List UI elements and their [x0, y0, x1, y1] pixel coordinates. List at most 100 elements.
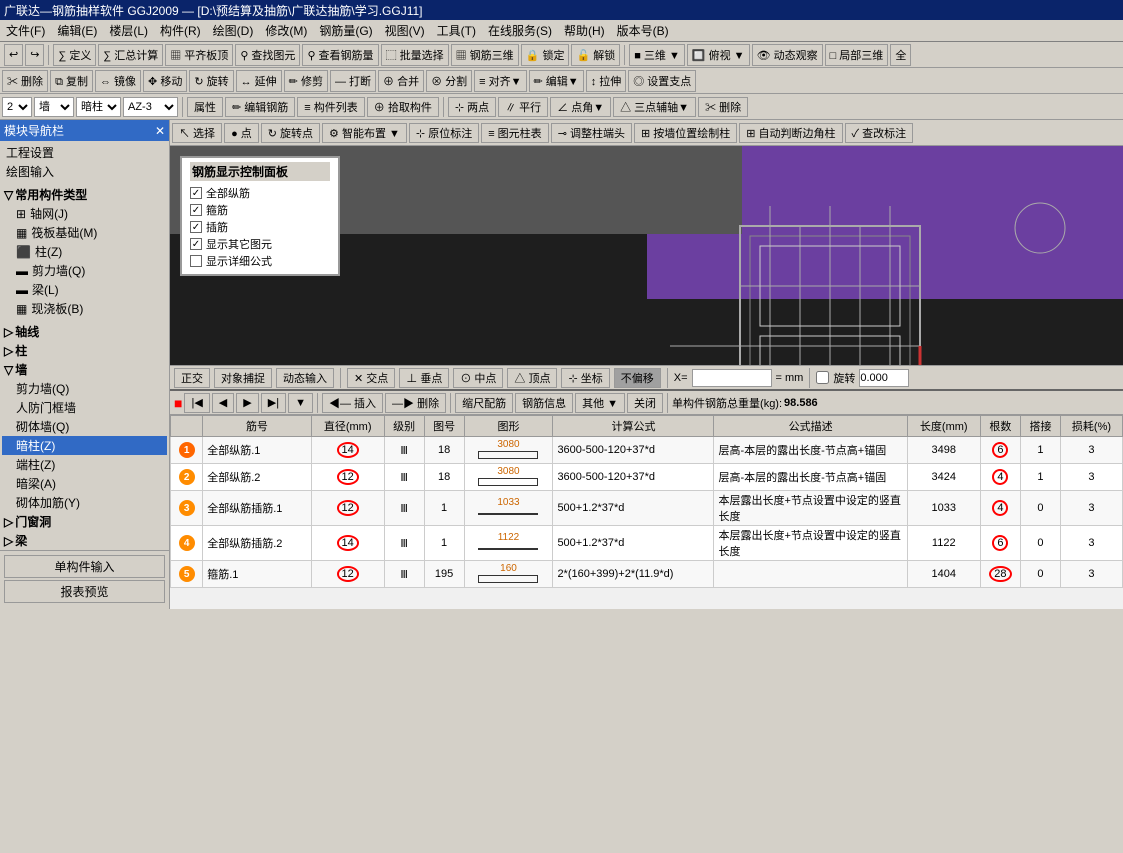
undo-button[interactable]: ↩: [4, 44, 23, 66]
dash-button[interactable]: — 打断: [330, 70, 376, 92]
intersection-button[interactable]: ✕ 交点: [347, 368, 395, 388]
edit-button[interactable]: ✏ 修剪: [284, 70, 328, 92]
rebar-check-stirrup[interactable]: 箍筋: [190, 202, 330, 218]
smart-layout-button[interactable]: ⚙ 智能布置 ▼: [322, 123, 407, 143]
sidebar-item-slab[interactable]: ▦ 现浇板(B): [2, 299, 167, 318]
align-button[interactable]: ≡ 对齐▼: [474, 70, 526, 92]
rebar-check-all-longitudinal[interactable]: 全部纵筋: [190, 185, 330, 201]
drag-button[interactable]: ↕ 拉伸: [586, 70, 627, 92]
sidebar-item-masonry-wall[interactable]: 砌体墙(Q): [2, 417, 167, 436]
rebar-info-button[interactable]: 钢筋信息: [515, 393, 573, 413]
sidebar-item-beam[interactable]: ▬ 梁(L): [2, 280, 167, 299]
delete-button[interactable]: ✂ 删除: [2, 70, 48, 92]
menu-help[interactable]: 帮助(H): [558, 20, 611, 41]
sidebar-group-col[interactable]: ▷ 柱: [2, 341, 167, 360]
sidebar-item-shear-wall[interactable]: ▬ 剪力墙(Q): [2, 261, 167, 280]
sidebar-item-raft[interactable]: ▦ 筏板基础(M): [2, 223, 167, 242]
rotate-input[interactable]: [859, 369, 909, 387]
rebar-check-other[interactable]: 显示其它图元: [190, 236, 330, 252]
sidebar-item-axis[interactable]: ⊞ 轴网(J): [2, 204, 167, 223]
split-button[interactable]: ⊗ 分割: [426, 70, 472, 92]
nav-last-button[interactable]: ▶|: [261, 393, 286, 413]
point-button[interactable]: ● 点: [224, 123, 259, 143]
menu-version[interactable]: 版本号(B): [611, 20, 675, 41]
snap-button[interactable]: 对象捕捉: [214, 368, 272, 388]
menu-view[interactable]: 视图(V): [379, 20, 431, 41]
menu-floor[interactable]: 楼层(L): [103, 20, 154, 41]
menu-component[interactable]: 构件(R): [154, 20, 207, 41]
check-draw-button[interactable]: ⚲ 查找图元: [235, 44, 300, 66]
sidebar-group-axis[interactable]: ▷ 轴线: [2, 322, 167, 341]
auto-corner-button[interactable]: ⊞ 自动判断边角柱: [739, 123, 842, 143]
redo-button[interactable]: ↪: [25, 44, 44, 66]
del-aux-button[interactable]: ✂ 删除: [698, 97, 748, 117]
rotate-checkbox[interactable]: [816, 371, 829, 384]
ortho-button[interactable]: 正交: [174, 368, 210, 388]
menu-edit[interactable]: 编辑(E): [51, 20, 103, 41]
table-row[interactable]: 2全部纵筋.212Ⅲ1830803600-500-120+37*d层高-本层的露…: [171, 464, 1123, 491]
property-button[interactable]: 属性: [187, 97, 223, 117]
batch-select-button[interactable]: ⬚ 批量选择: [381, 44, 449, 66]
table-row[interactable]: 1全部纵筋.114Ⅲ1830803600-500-120+37*d层高-本层的露…: [171, 437, 1123, 464]
dynamic-input-button[interactable]: 动态输入: [276, 368, 334, 388]
menu-online[interactable]: 在线服务(S): [482, 20, 558, 41]
rebar-3d-button[interactable]: ▦ 钢筋三维: [451, 44, 519, 66]
sidebar-item-project-settings[interactable]: 工程设置: [2, 143, 167, 162]
3d-button[interactable]: ■ 三维 ▼: [629, 44, 685, 66]
parallel-button[interactable]: ∥ 平行: [498, 97, 548, 117]
component-list-button[interactable]: ≡ 构件列表: [297, 97, 364, 117]
editmore-button[interactable]: ✏ 编辑▼: [529, 70, 584, 92]
select-button[interactable]: ↖ 选择: [172, 123, 222, 143]
sidebar-group-common[interactable]: ▽ 常用构件类型: [2, 185, 167, 204]
sidebar-item-civil-wall[interactable]: 人防门框墙: [2, 398, 167, 417]
rotate-btn[interactable]: ↻ 旋转: [189, 70, 233, 92]
menu-file[interactable]: 文件(F): [0, 20, 51, 41]
single-component-button[interactable]: 单构件输入: [4, 555, 165, 578]
place-by-wall-button[interactable]: ⊞ 按墙位置绘制柱: [634, 123, 737, 143]
cad-canvas[interactable]: 钢筋显示控制面板 全部纵筋 箍筋 插筋 显示其它图元: [170, 146, 1123, 365]
sidebar-close[interactable]: ✕: [155, 124, 165, 138]
nav-first-button[interactable]: |◀: [184, 393, 209, 413]
define-button[interactable]: ∑ 定义: [53, 44, 96, 66]
setpoint-button[interactable]: ◎ 设置支点: [628, 70, 696, 92]
checkbox-other[interactable]: [190, 238, 202, 250]
scale-rebar-button[interactable]: 缩尺配筋: [455, 393, 513, 413]
del-row-button[interactable]: —▶ 删除: [385, 393, 446, 413]
sidebar-item-draw-input[interactable]: 绘图输入: [2, 162, 167, 181]
checkbox-all-longitudinal[interactable]: [190, 187, 202, 199]
dynamic-view-button[interactable]: 👁 动态观察: [752, 44, 823, 66]
perpendicular-button[interactable]: ⊥ 垂点: [399, 368, 449, 388]
column-table-button[interactable]: ≡ 图元柱表: [481, 123, 548, 143]
sidebar-group-beam[interactable]: ▷ 梁: [2, 531, 167, 550]
check-rebar-button[interactable]: ⚲ 查看钢筋量: [302, 44, 378, 66]
summary-button[interactable]: ∑ 汇总计算: [98, 44, 163, 66]
subtype-select[interactable]: 暗柱: [76, 97, 121, 117]
layer-select[interactable]: 213: [2, 97, 32, 117]
sidebar-item-end-col[interactable]: 端柱(Z): [2, 455, 167, 474]
extend-button[interactable]: ↔ 延伸: [236, 70, 282, 92]
nav-prev-button[interactable]: ◀: [212, 393, 234, 413]
rotate-point-button[interactable]: ↻ 旋转点: [261, 123, 320, 143]
table-row[interactable]: 3全部纵筋插筋.112Ⅲ11033500+1.2*37*d本层露出长度+节点设置…: [171, 491, 1123, 526]
pick-component-button[interactable]: ⊕ 拾取构件: [367, 97, 439, 117]
origin-mark-button[interactable]: ⊹ 原位标注: [409, 123, 479, 143]
merge-button[interactable]: ⊕ 合并: [378, 70, 424, 92]
edit-rebar-button[interactable]: ✏ 编辑钢筋: [225, 97, 295, 117]
no-offset-button[interactable]: 不偏移: [614, 368, 661, 388]
checkbox-stirrup[interactable]: [190, 204, 202, 216]
two-point-button[interactable]: ⊹ 两点: [448, 97, 496, 117]
nav-next-button[interactable]: ▶: [236, 393, 258, 413]
menu-modify[interactable]: 修改(M): [259, 20, 313, 41]
x-input[interactable]: [692, 369, 772, 387]
menu-draw[interactable]: 绘图(D): [207, 20, 260, 41]
component-select[interactable]: AZ-3: [123, 97, 178, 117]
sidebar-item-column[interactable]: ⬛ 柱(Z): [2, 242, 167, 261]
full-button[interactable]: 全: [890, 44, 911, 66]
other-button[interactable]: 其他 ▼: [575, 393, 625, 413]
move-button[interactable]: ✥ 移动: [143, 70, 187, 92]
view-button[interactable]: 🔲 俯视 ▼: [687, 44, 750, 66]
report-preview-button[interactable]: 报表预览: [4, 580, 165, 603]
menu-tools[interactable]: 工具(T): [431, 20, 482, 41]
table-row[interactable]: 4全部纵筋插筋.214Ⅲ11122500+1.2*37*d本层露出长度+节点设置…: [171, 526, 1123, 561]
rebar-check-formula[interactable]: 显示详细公式: [190, 253, 330, 269]
